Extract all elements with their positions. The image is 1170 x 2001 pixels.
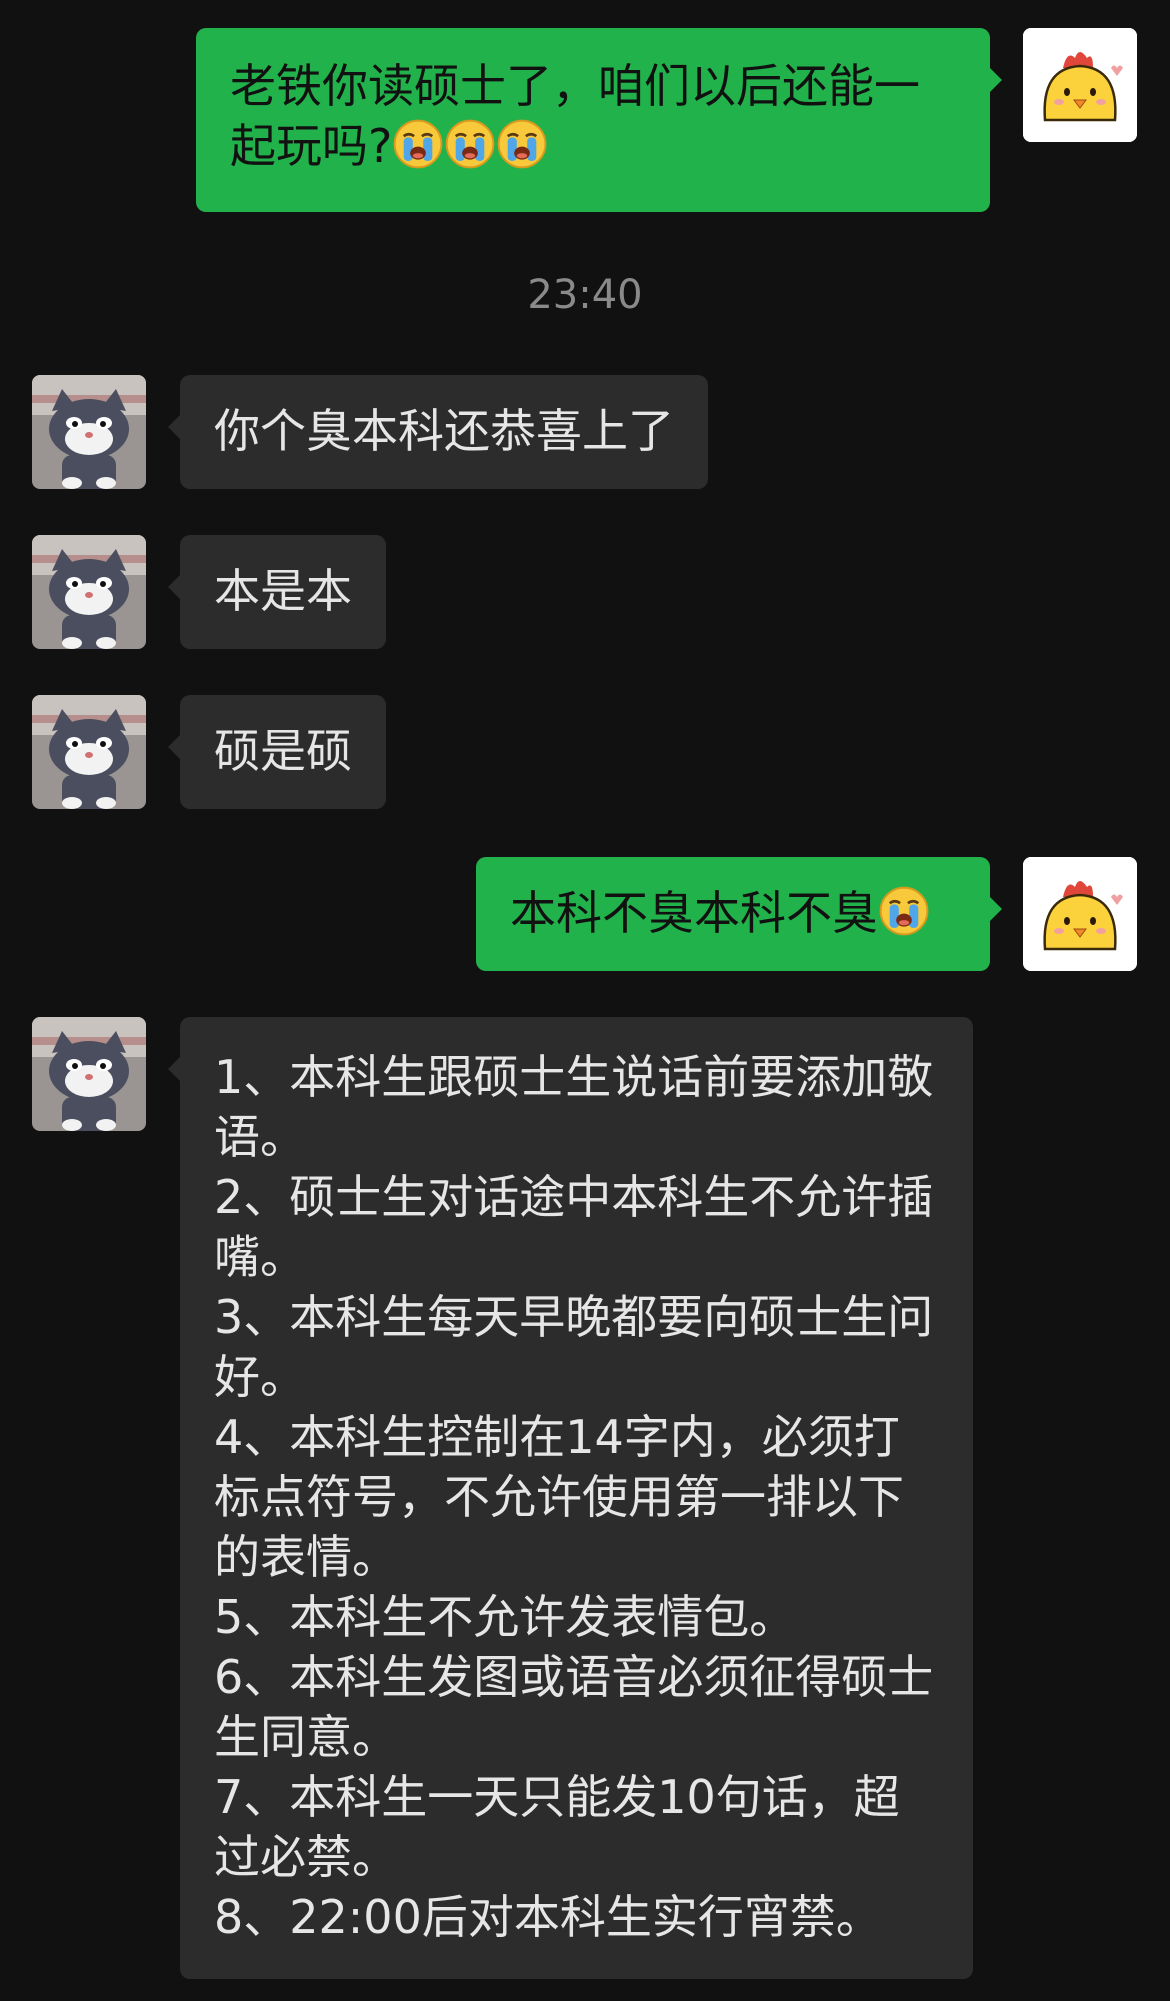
crying-face-emoji-icon bbox=[392, 118, 444, 184]
rule-item-4: 4、本科生控制在14字内，必须打标点符号，不允许使用第一排以下的表情。 bbox=[214, 1410, 904, 1584]
message-text: 本科不臭本科不臭 bbox=[510, 886, 878, 940]
rule-item-1: 1、本科生跟硕士生说话前要添加敬语。 bbox=[214, 1050, 934, 1164]
message-text: 本是本 bbox=[214, 564, 352, 618]
rule-item-6: 6、本科生发图或语音必须征得硕士生同意。 bbox=[214, 1650, 934, 1764]
received-bubble-rules[interactable]: 1、本科生跟硕士生说话前要添加敬语。 2、硕士生对话途中本科生不允许插嘴。 3、… bbox=[168, 1017, 973, 1979]
rule-item-8: 8、22:00后对本科生实行宵禁。 bbox=[214, 1890, 882, 1944]
chick-avatar-icon[interactable] bbox=[1023, 857, 1137, 971]
cat-avatar-icon[interactable] bbox=[32, 1017, 146, 1131]
received-bubble-1[interactable]: 你个臭本科还恭喜上了 bbox=[168, 375, 708, 489]
crying-face-emoji-icon bbox=[496, 118, 548, 184]
rule-item-3: 3、本科生每天早晚都要向硕士生问好。 bbox=[214, 1290, 934, 1404]
crying-face-emoji-icon bbox=[878, 885, 930, 951]
chick-avatar-icon[interactable] bbox=[1023, 28, 1137, 142]
rule-item-2: 2、硕士生对话途中本科生不允许插嘴。 bbox=[214, 1170, 934, 1284]
message-text: 硕是硕 bbox=[214, 724, 352, 778]
cat-avatar-icon[interactable] bbox=[32, 375, 146, 489]
received-bubble-3[interactable]: 硕是硕 bbox=[168, 695, 386, 809]
rule-item-5: 5、本科生不允许发表情包。 bbox=[214, 1590, 796, 1644]
crying-face-emoji-icon bbox=[444, 118, 496, 184]
received-bubble-2[interactable]: 本是本 bbox=[168, 535, 386, 649]
message-text: 老铁你读硕士了，咱们以后还能一起玩吗? bbox=[230, 59, 920, 173]
cat-avatar-icon[interactable] bbox=[32, 695, 146, 809]
sent-bubble-2[interactable]: 本科不臭本科不臭 bbox=[476, 857, 1002, 971]
cat-avatar-icon[interactable] bbox=[32, 535, 146, 649]
message-text: 你个臭本科还恭喜上了 bbox=[214, 404, 674, 458]
timestamp: 23:40 bbox=[527, 272, 643, 318]
rule-item-7: 7、本科生一天只能发10句话，超过必禁。 bbox=[214, 1770, 900, 1884]
sent-bubble-1[interactable]: 老铁你读硕士了，咱们以后还能一起玩吗? bbox=[196, 28, 1002, 212]
